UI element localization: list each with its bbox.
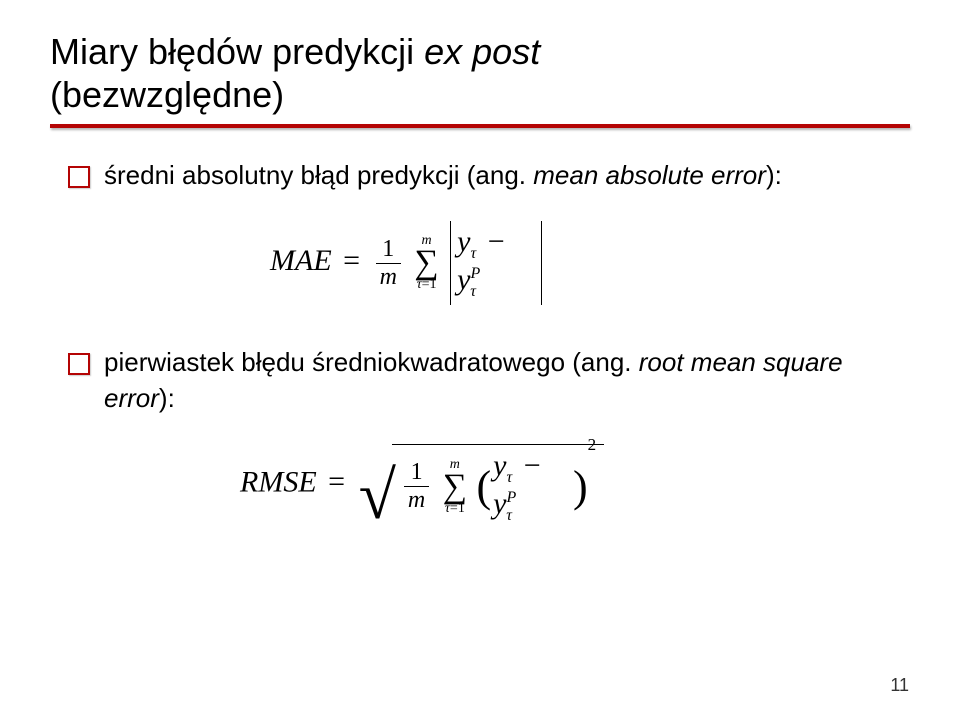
mae-frac-num: 1 — [376, 236, 401, 264]
bullet-1-italic: mean absolute error — [533, 160, 766, 190]
bullet-2-text2: ): — [159, 383, 175, 413]
rmse-paren-body: yτ − yPτ — [491, 449, 573, 525]
rmse-sum: m ∑ τ=1 — [443, 458, 467, 516]
rmse-rparen: ) — [573, 469, 588, 504]
rmse-y2: y — [493, 487, 506, 520]
mae-y1: y — [457, 225, 470, 258]
title-underline — [50, 124, 910, 128]
bullet-icon — [68, 353, 90, 375]
formula-rmse: RMSE = √ 1 m m ∑ τ=1 ( yτ − — [50, 444, 909, 525]
mae-abs: yτ − yPτ — [450, 221, 542, 305]
rmse-sqrt-content: 1 m m ∑ τ=1 ( yτ − yPτ ) 2 — [392, 444, 604, 525]
page-number: 11 — [890, 675, 909, 696]
mae-sup2: P — [470, 265, 480, 282]
rmse-sup2: P — [506, 489, 516, 506]
bullet-2: pierwiastek błędu średniokwadratowego (a… — [68, 345, 909, 415]
mae-sub2: τ — [470, 283, 476, 300]
mae-minus: − — [488, 225, 505, 258]
mae-lhs: MAE — [270, 244, 332, 277]
rmse-exp: 2 — [588, 435, 597, 454]
mae-frac: 1 m — [376, 236, 401, 291]
slide-title: Miary błędów predykcji ex post (bezwzglę… — [50, 30, 909, 116]
bullet-2-text1: pierwiastek błędu średniokwadratowego (a… — [104, 347, 639, 377]
rmse-y1: y — [493, 449, 506, 482]
slide: Miary błędów predykcji ex post (bezwzglę… — [0, 0, 959, 718]
bullet-1-text: średni absolutny błąd predykcji (ang. me… — [104, 158, 782, 193]
rmse-lhs: RMSE — [240, 465, 317, 498]
rmse-sum-bot: τ=1 — [443, 502, 467, 516]
mae-frac-den: m — [376, 264, 401, 291]
rmse-sum-sigma: ∑ — [443, 470, 467, 504]
sqrt-icon: √ — [359, 467, 396, 525]
bullet-2-text: pierwiastek błędu średniokwadratowego (a… — [104, 345, 909, 415]
mae-sub1: τ — [470, 245, 476, 262]
bullet-icon — [68, 166, 90, 188]
bullet-1-text2: ): — [766, 160, 782, 190]
rmse-minus: − — [524, 449, 541, 482]
rmse-eq: = — [328, 465, 345, 498]
rmse-frac-den: m — [404, 487, 429, 514]
title-part1: Miary błędów predykcji — [50, 31, 424, 72]
rmse-frac-num: 1 — [404, 459, 429, 487]
mae-sum-bot: τ=1 — [414, 278, 438, 292]
rmse-sqrt: √ 1 m m ∑ τ=1 ( yτ − yPτ — [359, 444, 605, 525]
mae-y2: y — [457, 263, 470, 296]
formula-mae: MAE = 1 m m ∑ τ=1 yτ − yPτ — [50, 221, 909, 305]
rmse-sub1: τ — [506, 469, 512, 486]
mae-sum: m ∑ τ=1 — [414, 234, 438, 292]
mae-eq: = — [343, 244, 360, 277]
bullet-1: średni absolutny błąd predykcji (ang. me… — [68, 158, 909, 193]
rmse-sub2: τ — [506, 507, 512, 524]
title-italic: ex post — [424, 31, 540, 72]
rmse-lparen: ( — [476, 469, 491, 504]
rmse-frac: 1 m — [404, 459, 429, 514]
mae-sum-sigma: ∑ — [414, 246, 438, 280]
rmse-paren: ( yτ − yPτ ) — [476, 449, 587, 525]
bullet-1-text1: średni absolutny błąd predykcji (ang. — [104, 160, 533, 190]
title-part2: (bezwzględne) — [50, 74, 284, 115]
